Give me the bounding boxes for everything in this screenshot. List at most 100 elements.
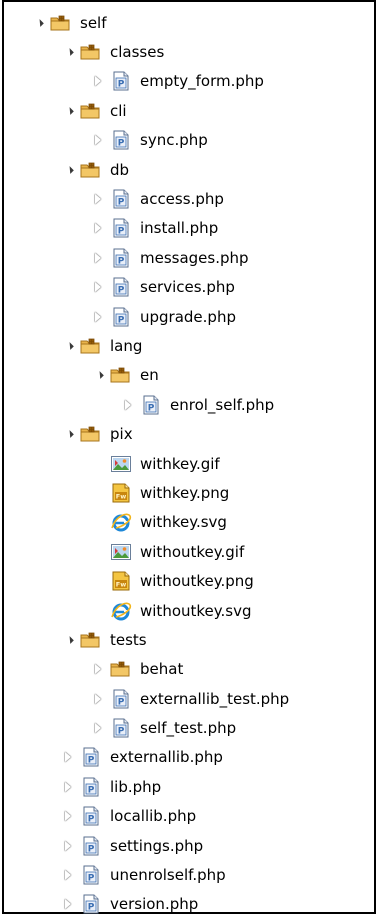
tree-item-tests[interactable]: tests — [4, 625, 374, 654]
tree-item-settings-php[interactable]: Psettings.php — [4, 831, 374, 860]
tree-item-db[interactable]: db — [4, 155, 374, 184]
no-toggle — [90, 544, 106, 560]
collapsed-arrow-icon[interactable] — [90, 220, 106, 236]
no-toggle — [90, 573, 106, 589]
collapsed-arrow-icon[interactable] — [60, 779, 76, 795]
collapsed-arrow-icon[interactable] — [90, 73, 106, 89]
php-file-icon: P — [140, 395, 162, 415]
php-file-icon: P — [80, 865, 102, 885]
svg-text:P: P — [118, 227, 125, 237]
collapsed-arrow-icon[interactable] — [120, 397, 136, 413]
collapsed-arrow-icon[interactable] — [60, 867, 76, 883]
svg-ie-icon — [110, 512, 132, 532]
tree-item-label: withoutkey.svg — [140, 601, 252, 620]
collapsed-arrow-icon[interactable] — [60, 808, 76, 824]
tree-item-label: withkey.png — [140, 483, 230, 502]
php-file-icon: P — [110, 71, 132, 91]
expanded-arrow-icon[interactable] — [60, 338, 76, 354]
gif-image-icon — [110, 542, 132, 562]
svg-text:P: P — [118, 198, 125, 208]
tree-item-withoutkey-png[interactable]: Fw withoutkey.png — [4, 566, 374, 595]
collapsed-arrow-icon[interactable] — [60, 749, 76, 765]
svg-text:P: P — [88, 815, 95, 825]
tree-item-label: lang — [110, 336, 143, 355]
expanded-arrow-icon[interactable] — [90, 367, 106, 383]
tree-item-withkey-gif[interactable]: withkey.gif — [4, 449, 374, 478]
tree-item-label: classes — [110, 43, 165, 62]
svg-text:Fw: Fw — [116, 492, 126, 500]
tree-item-cli[interactable]: cli — [4, 96, 374, 125]
tree-item-enrol-self-php[interactable]: Penrol_self.php — [4, 390, 374, 419]
svg-text:P: P — [118, 286, 125, 296]
collapsed-arrow-icon[interactable] — [90, 191, 106, 207]
php-file-icon: P — [80, 777, 102, 797]
tree-item-locallib-php[interactable]: Plocallib.php — [4, 802, 374, 831]
tree-item-label: withkey.svg — [140, 513, 227, 532]
php-file-icon: P — [80, 836, 102, 856]
php-file-icon: P — [110, 130, 132, 150]
tree-item-withoutkey-gif[interactable]: withoutkey.gif — [4, 537, 374, 566]
tree-item-unenrolself-php[interactable]: Punenrolself.php — [4, 860, 374, 889]
tree-item-install-php[interactable]: Pinstall.php — [4, 214, 374, 243]
tree-item-empty-form-php[interactable]: Pempty_form.php — [4, 67, 374, 96]
collapsed-arrow-icon[interactable] — [90, 279, 106, 295]
tree-item-lang[interactable]: lang — [4, 331, 374, 360]
tree-item-messages-php[interactable]: Pmessages.php — [4, 243, 374, 272]
collapsed-arrow-icon[interactable] — [90, 720, 106, 736]
collapsed-arrow-icon[interactable] — [90, 250, 106, 266]
svg-ie-icon — [110, 601, 132, 621]
tree-item-sync-php[interactable]: Psync.php — [4, 126, 374, 155]
tree-item-classes[interactable]: classes — [4, 37, 374, 66]
tree-item-services-php[interactable]: Pservices.php — [4, 273, 374, 302]
collapsed-arrow-icon[interactable] — [60, 838, 76, 854]
svg-text:P: P — [88, 874, 95, 884]
php-file-icon: P — [110, 718, 132, 738]
expanded-arrow-icon[interactable] — [60, 44, 76, 60]
no-toggle — [90, 514, 106, 530]
tree-item-en[interactable]: en — [4, 361, 374, 390]
expanded-arrow-icon[interactable] — [60, 103, 76, 119]
tree-item-label: db — [110, 160, 130, 179]
tree-item-label: sync.php — [140, 131, 208, 150]
collapsed-arrow-icon[interactable] — [60, 896, 76, 912]
svg-text:P: P — [118, 315, 125, 325]
expanded-arrow-icon[interactable] — [30, 15, 46, 31]
collapsed-arrow-icon[interactable] — [90, 309, 106, 325]
tree-item-access-php[interactable]: Paccess.php — [4, 184, 374, 213]
tree-item-self-test-php[interactable]: Pself_test.php — [4, 713, 374, 742]
collapsed-arrow-icon[interactable] — [90, 132, 106, 148]
package-folder-icon — [80, 42, 102, 62]
png-fireworks-icon: Fw — [110, 571, 132, 591]
tree-item-behat[interactable]: behat — [4, 655, 374, 684]
php-file-icon: P — [110, 218, 132, 238]
tree-item-pix[interactable]: pix — [4, 419, 374, 448]
tree-item-label: self — [80, 13, 107, 32]
tree-item-label: externallib.php — [110, 748, 223, 767]
tree-item-withoutkey-svg[interactable]: withoutkey.svg — [4, 596, 374, 625]
tree-item-withkey-svg[interactable]: withkey.svg — [4, 508, 374, 537]
no-toggle — [90, 485, 106, 501]
tree-item-label: withoutkey.png — [140, 572, 254, 591]
tree-item-upgrade-php[interactable]: Pupgrade.php — [4, 302, 374, 331]
expanded-arrow-icon[interactable] — [60, 632, 76, 648]
tree-item-label: withoutkey.gif — [140, 542, 245, 561]
collapsed-arrow-icon[interactable] — [90, 691, 106, 707]
expanded-arrow-icon[interactable] — [60, 426, 76, 442]
tree-item-version-php[interactable]: Pversion.php — [4, 890, 374, 919]
svg-text:Fw: Fw — [116, 581, 126, 589]
expanded-arrow-icon[interactable] — [60, 162, 76, 178]
svg-text:P: P — [118, 256, 125, 266]
tree-item-withkey-png[interactable]: Fw withkey.png — [4, 478, 374, 507]
svg-text:P: P — [118, 697, 125, 707]
tree-item-externallib-php[interactable]: Pexternallib.php — [4, 743, 374, 772]
svg-text:P: P — [148, 403, 155, 413]
tree-item-externallib-test-php[interactable]: Pexternallib_test.php — [4, 684, 374, 713]
tree-item-label: cli — [110, 101, 127, 120]
tree-item-label: settings.php — [110, 836, 204, 855]
tree-item-lib-php[interactable]: Plib.php — [4, 772, 374, 801]
tree-item-label: messages.php — [140, 248, 249, 267]
svg-text:P: P — [88, 844, 95, 854]
collapsed-arrow-icon[interactable] — [90, 661, 106, 677]
tree-item-self[interactable]: self — [4, 8, 374, 37]
package-folder-icon — [110, 659, 132, 679]
